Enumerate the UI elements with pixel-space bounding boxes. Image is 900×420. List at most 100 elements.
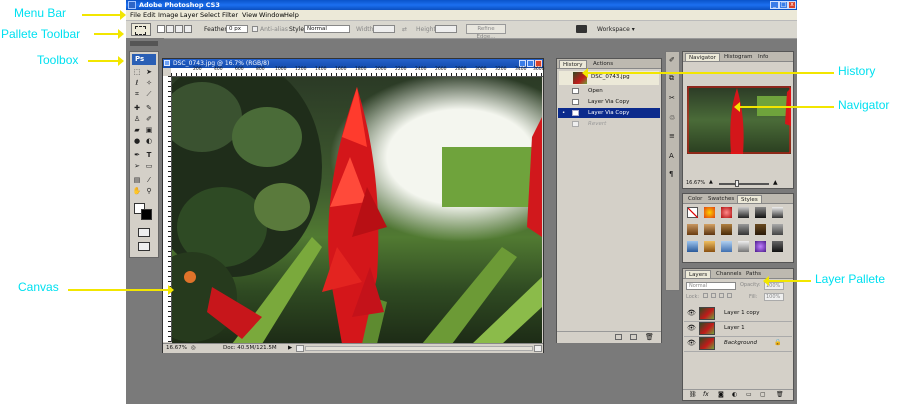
history-item[interactable]: Open (558, 86, 660, 96)
visibility-eye-icon[interactable]: 👁 (687, 309, 696, 317)
visibility-eye-icon[interactable]: 👁 (687, 324, 696, 332)
tab-paths[interactable]: Paths (743, 270, 764, 278)
path-selection-icon[interactable]: ➢ (132, 162, 142, 171)
link-layers-icon[interactable]: ⛓ (689, 391, 697, 398)
menu-layer[interactable]: Layer (180, 11, 198, 19)
delete-layer-icon[interactable]: 🗑 (776, 391, 784, 398)
dock-paragraph-icon[interactable]: ¶ (669, 170, 673, 178)
lock-transparency-icon[interactable] (703, 293, 708, 298)
style-swatch[interactable] (687, 241, 698, 252)
menu-image[interactable]: Image (158, 11, 178, 19)
history-item[interactable]: Revert (558, 119, 660, 129)
lock-pixels-icon[interactable] (711, 293, 716, 298)
width-input[interactable] (373, 25, 395, 33)
feather-input[interactable]: 0 px (226, 25, 248, 33)
zoom-out-icon[interactable]: ▲ (709, 179, 713, 185)
menu-help[interactable]: Help (284, 11, 299, 19)
close-button[interactable]: x (788, 1, 796, 9)
zoom-slider[interactable] (719, 183, 769, 185)
tab-swatches[interactable]: Swatches (705, 195, 737, 203)
status-info-icon[interactable]: ◎ (191, 344, 196, 353)
menu-filter[interactable]: Filter (222, 11, 238, 19)
refine-edge-button[interactable]: Refine Edge... (466, 24, 506, 40)
trash-icon[interactable]: 🗑 (645, 333, 654, 341)
dock-clone-icon[interactable]: ♲ (669, 114, 675, 122)
quick-mask-icon[interactable] (138, 228, 150, 237)
layer-row[interactable]: 👁 Layer 1 copy (684, 306, 792, 322)
style-swatch[interactable] (755, 241, 766, 252)
layer-group-icon[interactable]: ▭ (746, 391, 752, 398)
type-tool-icon[interactable]: T (144, 151, 154, 160)
marquee-tool-icon[interactable]: ⬚ (132, 68, 142, 77)
blend-mode-select[interactable]: Normal (686, 282, 736, 290)
style-swatch[interactable] (755, 207, 766, 218)
eraser-tool-icon[interactable]: ▰ (132, 126, 142, 135)
crop-tool-icon[interactable]: ⌗ (132, 90, 142, 99)
file-browser-icon[interactable] (576, 25, 587, 33)
navigator-thumbnail[interactable] (687, 86, 791, 154)
screen-mode-icon[interactable] (138, 242, 150, 251)
layer-style-icon[interactable]: fx (703, 391, 709, 398)
doc-close-button[interactable] (535, 60, 542, 67)
tab-color[interactable]: Color (685, 195, 705, 203)
tab-navigator[interactable]: Navigator (685, 53, 720, 61)
style-swatch[interactable] (721, 224, 732, 235)
brush-tool-icon[interactable]: ✎ (144, 104, 154, 113)
background-color-swatch[interactable] (141, 209, 152, 220)
lock-all-icon[interactable] (727, 293, 732, 298)
style-swatch[interactable] (704, 241, 715, 252)
history-item-selected[interactable]: • Layer Via Copy (558, 108, 660, 118)
tab-histogram[interactable]: Histogram (721, 53, 756, 61)
dock-layers-icon[interactable]: ≡ (669, 132, 675, 140)
menu-file[interactable]: File (130, 11, 141, 19)
history-brush-icon[interactable]: ✐ (144, 115, 154, 124)
fill-input[interactable]: 100% (764, 293, 784, 301)
style-swatch[interactable] (738, 241, 749, 252)
workspace-menu[interactable]: Workspace ▾ (597, 26, 635, 33)
doc-minimize-button[interactable] (519, 60, 526, 67)
layer-row[interactable]: 👁 Background 🔒 (684, 336, 792, 352)
tab-channels[interactable]: Channels (713, 270, 744, 278)
new-selection-icon[interactable] (157, 25, 165, 33)
tool-preset-picker[interactable] (131, 23, 151, 36)
notes-tool-icon[interactable]: ▤ (132, 176, 142, 185)
new-layer-icon[interactable]: ▢ (760, 391, 766, 398)
healing-brush-icon[interactable]: ✚ (132, 104, 142, 113)
subtract-selection-icon[interactable] (175, 25, 183, 33)
height-input[interactable] (435, 25, 457, 33)
lasso-tool-icon[interactable]: ℓ (132, 79, 142, 88)
antialias-checkbox[interactable] (252, 26, 258, 32)
minimize-button[interactable]: _ (770, 1, 779, 9)
visibility-eye-icon[interactable]: 👁 (687, 339, 696, 347)
zoom-field[interactable]: 16.67% (166, 344, 187, 353)
magic-wand-icon[interactable]: ✧ (144, 79, 154, 88)
style-select[interactable]: Normal (304, 25, 350, 33)
clone-stamp-icon[interactable]: ♙ (132, 115, 142, 124)
style-swatch[interactable] (772, 207, 783, 218)
swap-icon[interactable]: ⇄ (402, 26, 407, 33)
tab-layers[interactable]: Layers (685, 270, 712, 278)
move-tool-icon[interactable]: ➤ (144, 68, 154, 77)
tab-styles[interactable]: Styles (737, 195, 762, 203)
navigator-zoom[interactable]: 16.67% (686, 180, 705, 186)
new-document-icon[interactable] (615, 334, 622, 340)
style-swatch[interactable] (738, 224, 749, 235)
menu-view[interactable]: View (242, 11, 257, 19)
layer-mask-icon[interactable]: ◙ (718, 391, 724, 398)
doc-maximize-button[interactable] (527, 60, 534, 67)
tab-history[interactable]: History (559, 60, 587, 68)
dock-history-icon[interactable]: ⧉ (669, 74, 674, 83)
style-swatch[interactable] (704, 224, 715, 235)
eyedropper-icon[interactable]: ⁄ (144, 176, 154, 185)
intersect-selection-icon[interactable] (184, 25, 192, 33)
canvas[interactable] (172, 77, 542, 344)
zoom-in-icon[interactable]: ▲ (773, 179, 778, 186)
menu-select[interactable]: Select (200, 11, 220, 19)
scroll-right-button[interactable] (534, 345, 542, 352)
blur-tool-icon[interactable]: ● (132, 137, 142, 146)
dock-character-icon[interactable]: A (669, 152, 674, 160)
style-swatch[interactable] (755, 224, 766, 235)
layer-row[interactable]: 👁 Layer 1 (684, 321, 792, 337)
horizontal-scrollbar[interactable] (305, 346, 533, 351)
style-swatch[interactable] (721, 241, 732, 252)
